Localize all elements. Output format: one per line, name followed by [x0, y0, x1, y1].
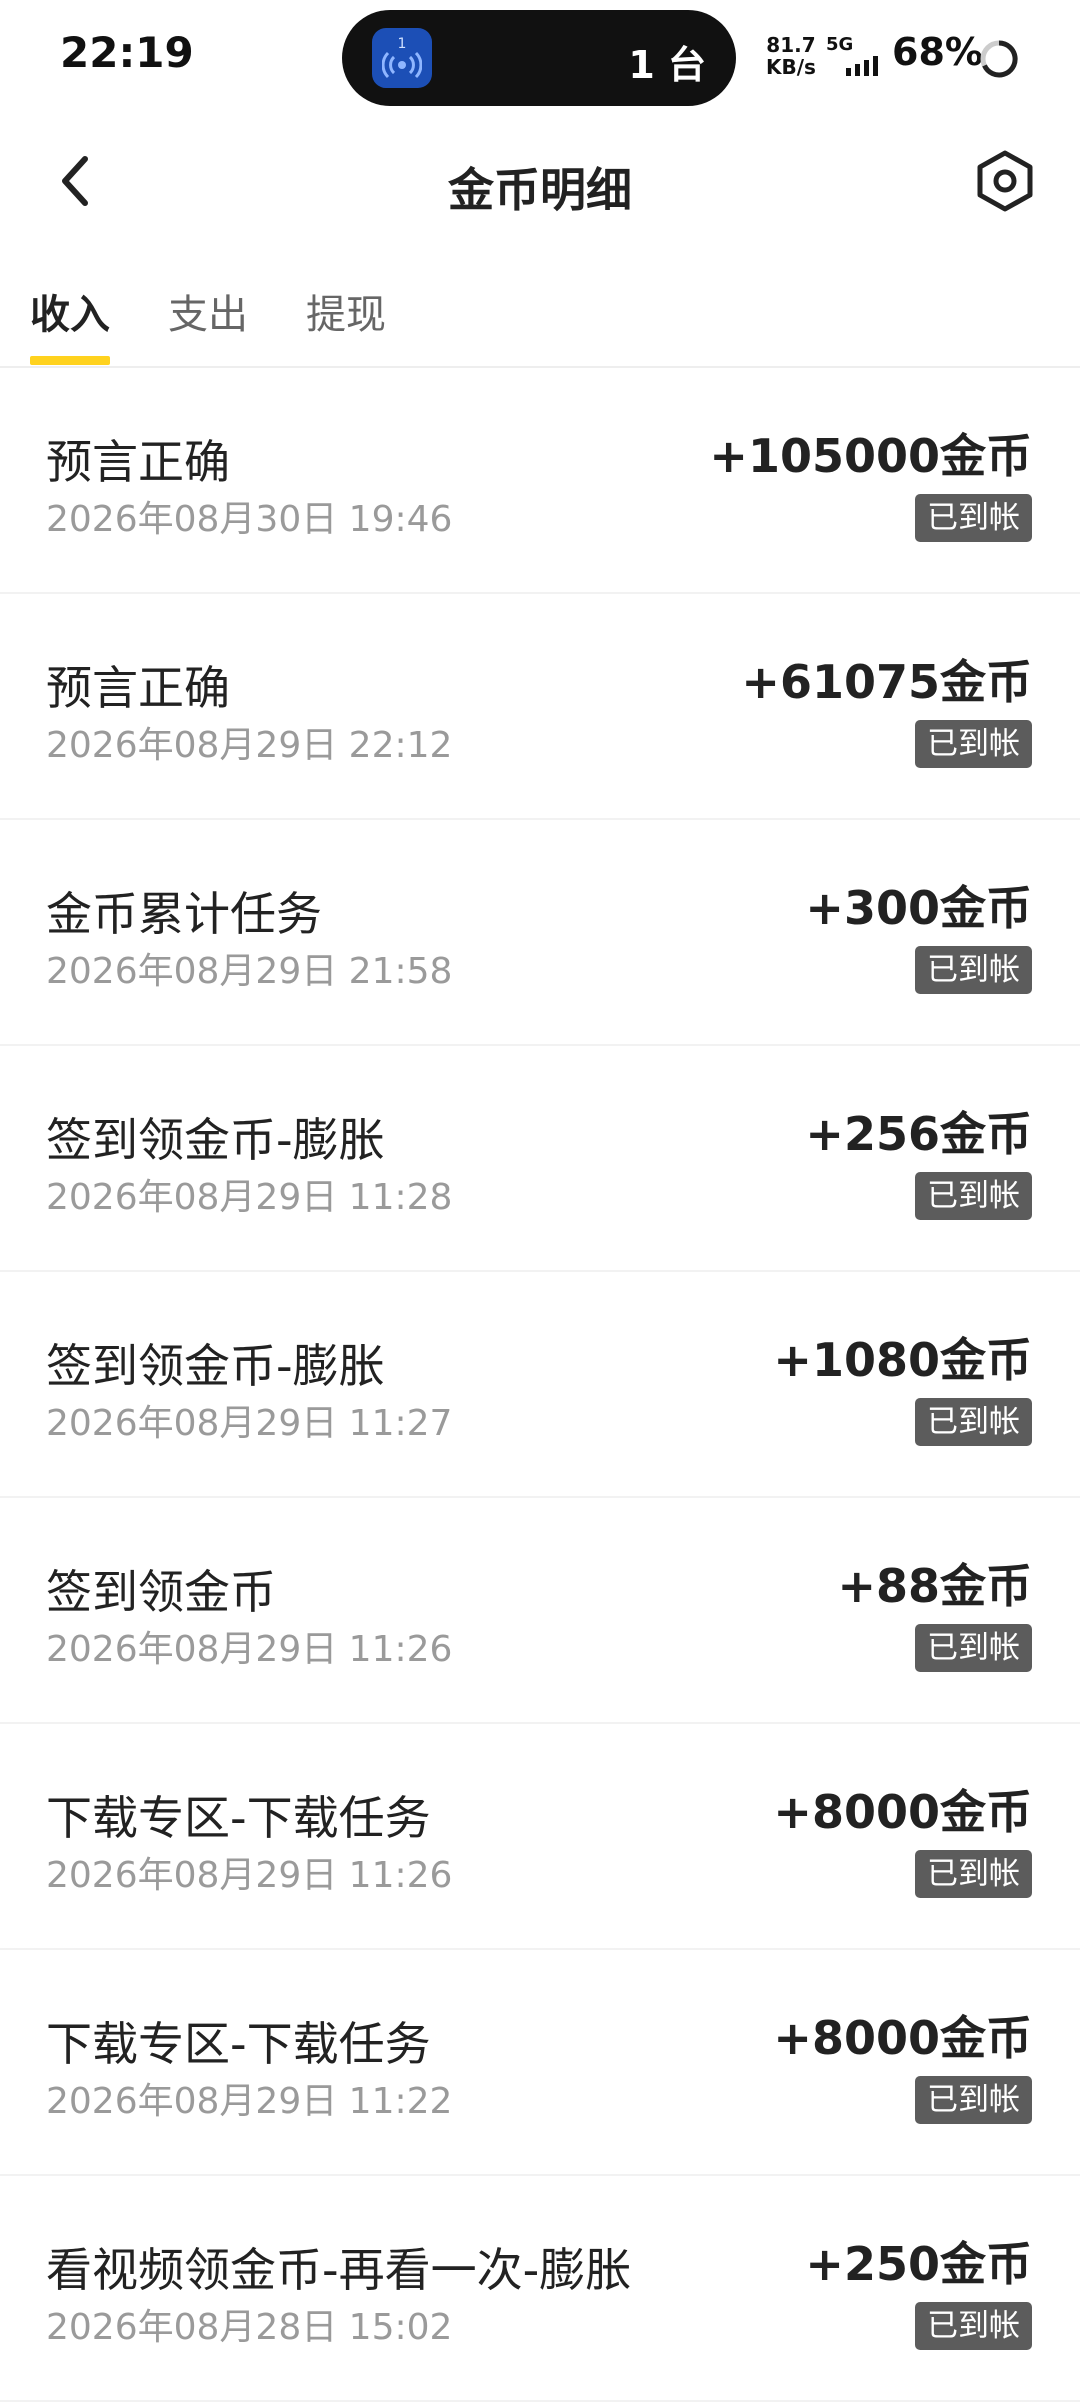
record-date: 2026年08月28日 15:02 — [46, 2307, 453, 2348]
record-amount: +61075金币 — [741, 655, 1032, 709]
record-title: 预言正确 — [46, 661, 230, 715]
tab-withdraw[interactable]: 提现 — [306, 282, 386, 340]
record-date: 2026年08月29日 11:28 — [46, 1177, 453, 1218]
status-bar: 22:19 1 1 台 81.7 KB/s 5G 68% — [0, 0, 1080, 116]
status-badge: 已到帐 — [915, 1624, 1032, 1672]
dynamic-island[interactable]: 1 1 台 — [342, 10, 736, 106]
list-item[interactable]: 预言正确 2026年08月29日 22:12 +61075金币 已到帐 — [0, 594, 1080, 820]
list-item[interactable]: 下载专区-下载任务 2026年08月29日 11:26 +8000金币 已到帐 — [0, 1724, 1080, 1950]
record-date: 2026年08月29日 21:58 — [46, 951, 453, 992]
record-title: 下载专区-下载任务 — [46, 1791, 431, 1845]
list-item[interactable]: 下载专区-下载任务 2026年08月29日 11:22 +8000金币 已到帐 — [0, 1950, 1080, 2176]
record-amount: +250金币 — [805, 2237, 1032, 2291]
signal-icon — [846, 56, 878, 76]
tab-expense[interactable]: 支出 — [168, 282, 248, 340]
record-title: 金币累计任务 — [46, 887, 322, 941]
status-time: 22:19 — [60, 28, 194, 77]
list-item[interactable]: 签到领金币 2026年08月29日 11:26 +88金币 已到帐 — [0, 1498, 1080, 1724]
status-badge: 已到帐 — [915, 494, 1032, 542]
record-amount: +1080金币 — [773, 1333, 1032, 1387]
record-date: 2026年08月29日 11:27 — [46, 1403, 453, 1444]
island-app-icon: 1 — [372, 28, 432, 88]
page-title: 金币明细 — [448, 163, 632, 217]
coin-records-list: 预言正确 2026年08月30日 19:46 +105000金币 已到帐 预言正… — [0, 368, 1080, 2402]
record-title: 下载专区-下载任务 — [46, 2017, 431, 2071]
list-item[interactable]: 签到领金币-膨胀 2026年08月29日 11:27 +1080金币 已到帐 — [0, 1272, 1080, 1498]
net-speed: 81.7 KB/s — [766, 34, 816, 78]
record-amount: +8000金币 — [773, 2011, 1032, 2065]
nav-bar: 金币明细 — [0, 116, 1080, 246]
record-date: 2026年08月29日 11:22 — [46, 2081, 453, 2122]
record-amount: +8000金币 — [773, 1785, 1032, 1839]
record-title: 看视频领金币-再看一次-膨胀 — [46, 2243, 632, 2297]
record-date: 2026年08月29日 11:26 — [46, 1855, 453, 1896]
record-amount: +300金币 — [805, 881, 1032, 935]
status-badge: 已到帐 — [915, 2302, 1032, 2350]
tab-bar: 收入 支出 提现 — [0, 270, 1080, 368]
island-device-count: 1 台 — [628, 43, 706, 87]
net-speed-unit: KB/s — [766, 55, 816, 79]
record-amount: +88金币 — [837, 1559, 1032, 1613]
hexagon-settings-icon — [977, 150, 1033, 212]
list-item[interactable]: 签到领金币-膨胀 2026年08月29日 11:28 +256金币 已到帐 — [0, 1046, 1080, 1272]
record-title: 预言正确 — [46, 435, 230, 489]
tab-income[interactable]: 收入 — [30, 282, 110, 340]
record-title: 签到领金币 — [46, 1565, 276, 1619]
battery-percent: 68% — [892, 30, 983, 74]
settings-button[interactable] — [968, 144, 1042, 218]
status-badge: 已到帐 — [915, 2076, 1032, 2124]
record-date: 2026年08月30日 19:46 — [46, 499, 453, 540]
status-badge: 已到帐 — [915, 720, 1032, 768]
record-date: 2026年08月29日 22:12 — [46, 725, 453, 766]
net-speed-value: 81.7 — [766, 33, 816, 57]
status-badge: 已到帐 — [915, 1398, 1032, 1446]
record-date: 2026年08月29日 11:26 — [46, 1629, 453, 1670]
record-title: 签到领金币-膨胀 — [46, 1339, 385, 1393]
battery-ring-icon — [980, 40, 1018, 78]
record-amount: +105000金币 — [709, 429, 1032, 483]
network-type: 5G — [826, 34, 854, 55]
island-app-badge: 1 — [397, 36, 407, 52]
list-item[interactable]: 看视频领金币-再看一次-膨胀 2026年08月28日 15:02 +250金币 … — [0, 2176, 1080, 2402]
list-item[interactable]: 金币累计任务 2026年08月29日 21:58 +300金币 已到帐 — [0, 820, 1080, 1046]
list-item[interactable]: 预言正确 2026年08月30日 19:46 +105000金币 已到帐 — [0, 368, 1080, 594]
tab-active-indicator — [30, 356, 110, 365]
record-amount: +256金币 — [805, 1107, 1032, 1161]
record-title: 签到领金币-膨胀 — [46, 1113, 385, 1167]
broadcast-icon — [382, 51, 422, 79]
status-badge: 已到帐 — [915, 946, 1032, 994]
status-badge: 已到帐 — [915, 1850, 1032, 1898]
status-badge: 已到帐 — [915, 1172, 1032, 1220]
